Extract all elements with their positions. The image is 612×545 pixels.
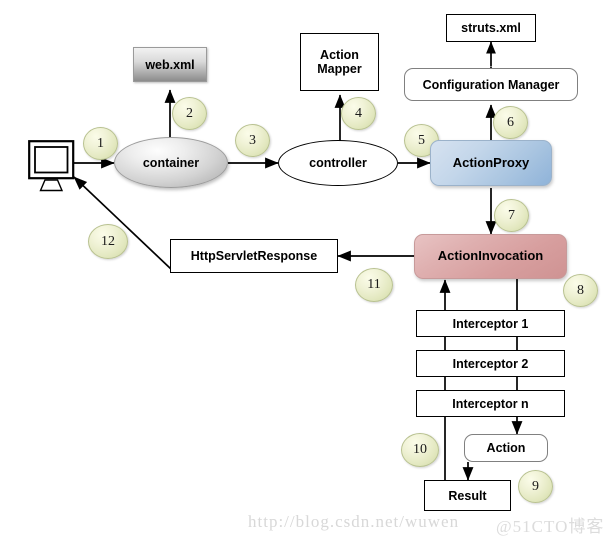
step-bubble-1: 1: [83, 127, 118, 160]
node-controller[interactable]: controller: [278, 140, 398, 186]
action-mapper-line-1: Action: [320, 48, 359, 62]
node-action-proxy[interactable]: ActionProxy: [430, 140, 552, 186]
step-bubble-6: 6: [493, 106, 528, 139]
node-action-mapper[interactable]: Action Mapper: [300, 33, 379, 91]
step-bubble-9: 9: [518, 470, 553, 503]
node-container[interactable]: container: [114, 137, 228, 188]
node-struts-xml[interactable]: struts.xml: [446, 14, 536, 42]
step-bubble-7: 7: [494, 199, 529, 232]
step-bubble-8: 8: [563, 274, 598, 307]
diagram-canvas: http://blog.csdn.net/wuwen @51CTO博客 web.…: [0, 0, 612, 545]
action-mapper-line-2: Mapper: [317, 62, 362, 76]
node-interceptor-1[interactable]: Interceptor 1: [416, 310, 565, 337]
step-bubble-12: 12: [88, 224, 128, 259]
edge-12: [73, 176, 173, 271]
node-result[interactable]: Result: [424, 480, 511, 511]
node-action-invocation[interactable]: ActionInvocation: [414, 234, 567, 279]
monitor-icon: [28, 140, 78, 197]
node-configuration-manager[interactable]: Configuration Manager: [404, 68, 578, 101]
watermark-url: http://blog.csdn.net/wuwen: [248, 512, 460, 531]
node-http-servlet-response[interactable]: HttpServletResponse: [170, 239, 338, 273]
step-bubble-3: 3: [235, 124, 270, 157]
step-bubble-11: 11: [355, 268, 393, 302]
node-interceptor-2[interactable]: Interceptor 2: [416, 350, 565, 377]
step-bubble-10: 10: [401, 433, 439, 467]
step-bubble-4: 4: [341, 97, 376, 130]
step-bubble-2: 2: [172, 97, 207, 130]
node-action[interactable]: Action: [464, 434, 548, 462]
node-web-xml[interactable]: web.xml: [133, 47, 207, 82]
watermark-51cto: @51CTO博客: [496, 517, 605, 536]
node-interceptor-n[interactable]: Interceptor n: [416, 390, 565, 417]
